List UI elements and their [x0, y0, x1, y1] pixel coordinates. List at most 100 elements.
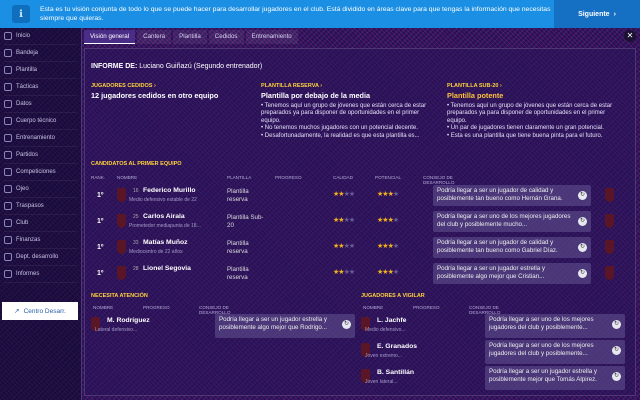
watch-row[interactable]: L. Jachfe Medio defensivo... Podría llegar…	[359, 313, 629, 339]
column-headline: Plantilla por debajo de la media	[261, 91, 371, 100]
sidebar-item[interactable]: Bandeja	[4, 45, 77, 62]
attention-row[interactable]: M. Rodríguez Lateral defensivo... Podría l…	[89, 313, 359, 339]
refresh-icon[interactable]: ↻	[578, 243, 587, 252]
candidate-row[interactable]: 1º 28 Lionel Segovia Plantilla reserva ★★★★ ★…	[89, 263, 633, 286]
refresh-icon[interactable]: ↻	[612, 346, 621, 355]
player-name[interactable]: B. Santillán	[377, 369, 414, 376]
sidebar-item[interactable]: Competiciones	[4, 164, 77, 181]
player-description: Medio defensivo...	[365, 327, 406, 333]
sidebar-item[interactable]: Entrenamiento	[4, 130, 77, 147]
player-name[interactable]: Lionel Segovia	[143, 265, 191, 272]
column-header: POTENCIAL	[375, 175, 402, 180]
sidebar-item[interactable]: Partidos	[4, 147, 77, 164]
column-headline: Plantilla potente	[447, 91, 504, 100]
shirt-icon	[117, 266, 126, 280]
tab-4[interactable]: Entrenamiento	[245, 30, 298, 44]
sidebar-item-label: Competiciones	[16, 169, 56, 175]
candidate-row[interactable]: 1º 33 Matías Muñoz Mediocentro de 22 años Pl…	[89, 237, 633, 260]
watch-row[interactable]: B. Santillán Joven lateral... Podría llega…	[359, 365, 629, 391]
nav-icon	[4, 100, 12, 108]
tab-2[interactable]: Plantilla	[173, 30, 207, 44]
attention-title: NECESITA ATENCIÓN	[91, 293, 148, 299]
sidebar-item-label: Inicio	[16, 33, 31, 39]
nav-icon	[4, 134, 12, 142]
quality-stars: ★★★★	[333, 217, 355, 224]
tab-3[interactable]: Cedidos	[208, 30, 244, 44]
player-name[interactable]: Carlos Airala	[143, 213, 185, 220]
sidebar-item-label: Plantilla	[16, 67, 38, 73]
bullet-item: • Un par de jugadores tienen claramente …	[447, 125, 604, 132]
player-name[interactable]: E. Granados	[377, 343, 417, 350]
sidebar-item[interactable]: Dept. desarrollo	[4, 249, 77, 266]
sidebar-item[interactable]: Traspasos	[4, 198, 77, 215]
nav-icon	[4, 253, 12, 261]
column-title[interactable]: PLANTILLA SUB-20 ›	[447, 83, 619, 89]
player-description: Joven extremo...	[365, 353, 402, 359]
candidate-row[interactable]: 1º 25 Carlos Airala Prometedor mediapunta d…	[89, 211, 633, 234]
sidebar-item[interactable]: Inicio	[4, 28, 77, 45]
sidebar-item[interactable]: Ojeo	[4, 181, 77, 198]
column-title[interactable]: JUGADORES CEDIDOS ›	[91, 83, 263, 89]
player-name[interactable]: Federico Murillo	[143, 187, 196, 194]
sidebar-current-label: Centro Desarr.	[23, 307, 66, 315]
candidates-title: CANDIDATOS AL PRIMER EQUIPO	[91, 161, 182, 167]
advice-box: Podría llegar a ser un jugador estrella …	[215, 314, 355, 338]
sidebar-item[interactable]: Datos	[4, 96, 77, 113]
report-column: JUGADORES CEDIDOS › 12 jugadores cedidos …	[91, 83, 263, 103]
sidebar-item[interactable]: Club	[4, 215, 77, 232]
player-name[interactable]: Matías Muñoz	[143, 239, 188, 246]
sidebar-item-label: Partidos	[16, 152, 39, 158]
shirt-icon	[117, 188, 126, 202]
refresh-icon[interactable]: ↻	[578, 217, 587, 226]
column-title[interactable]: PLANTILLA RESERVA ›	[261, 83, 433, 89]
shirt-icon	[117, 240, 126, 254]
bullet-item: • Esta es una plantilla que tiene buena …	[447, 132, 603, 139]
report-header: INFORME DE: Luciano Guiñazú (Segundo ent…	[91, 63, 263, 70]
sidebar-item[interactable]: Informes	[4, 266, 77, 283]
player-description: Prometedor mediapunta de 18...	[129, 223, 201, 229]
sidebar-item-current[interactable]: ↗ Centro Desarr.	[2, 302, 78, 320]
close-icon[interactable]: ✕	[624, 30, 636, 42]
watch-title: JUGADORES A VIGILAR	[361, 293, 425, 299]
rank: 1º	[97, 218, 104, 225]
sidebar-item-label: Club	[16, 220, 29, 226]
advice-box: Podría llegar a ser un jugador estrella …	[485, 366, 625, 390]
watch-row[interactable]: E. Granados Joven extremo... Podría llegar…	[359, 339, 629, 365]
advice-box: Podría llegar a ser uno de los mejores j…	[485, 314, 625, 338]
nav-icon	[4, 83, 12, 91]
potential-stars: ★★★★	[377, 191, 399, 198]
potential-stars: ★★★★	[377, 217, 399, 224]
sidebar-item[interactable]: Plantilla	[4, 62, 77, 79]
player-name[interactable]: M. Rodríguez	[107, 317, 150, 324]
column-header: NOMBRE	[93, 305, 114, 310]
player-squad: Plantilla reserva	[227, 266, 249, 281]
column-headline: 12 jugadores cedidos en otro equipo	[91, 91, 219, 100]
refresh-icon[interactable]: ↻	[578, 269, 587, 278]
sidebar-item[interactable]: Finanzas	[4, 232, 77, 249]
sidebar-item[interactable]: Cuerpo técnico	[4, 113, 77, 130]
refresh-icon[interactable]: ↻	[612, 320, 621, 329]
tab-0[interactable]: Visión general	[84, 30, 136, 44]
refresh-icon[interactable]: ↻	[342, 320, 351, 329]
rank: 1º	[97, 192, 104, 199]
refresh-icon[interactable]: ↻	[612, 372, 621, 381]
report-column: PLANTILLA SUB-20 › Plantilla potente • Ten…	[447, 83, 619, 140]
player-description: Lateral defensivo...	[95, 327, 138, 333]
column-header: NOMBRE	[363, 305, 384, 310]
advice-text: Podría llegar a ser un jugador de calida…	[437, 187, 563, 202]
sidebar-item-label: Dept. desarrollo	[16, 254, 59, 260]
refresh-icon[interactable]: ↻	[578, 191, 587, 200]
tab-1[interactable]: Cantera	[137, 30, 172, 44]
coach-shirt-icon	[605, 266, 614, 280]
nav-icon	[4, 219, 12, 227]
advice-box: Podría llegar a ser un jugador estrella …	[433, 263, 591, 284]
player-squad: Plantilla Sub-20	[227, 214, 264, 229]
advice-text: Podría llegar a ser un jugador estrella …	[437, 265, 545, 280]
candidate-row[interactable]: 1º 16 Federico Murillo Medio defensivo esta…	[89, 185, 633, 208]
advice-text: Podría llegar a ser un jugador de calida…	[437, 239, 558, 254]
player-name[interactable]: L. Jachfe	[377, 317, 406, 324]
advice-text: Podría llegar a ser uno de los mejores j…	[489, 316, 594, 331]
sidebar-item[interactable]: Tácticas	[4, 79, 77, 96]
next-button[interactable]: Siguiente ›	[554, 0, 640, 28]
sidebar-item-label: Bandeja	[16, 50, 39, 56]
